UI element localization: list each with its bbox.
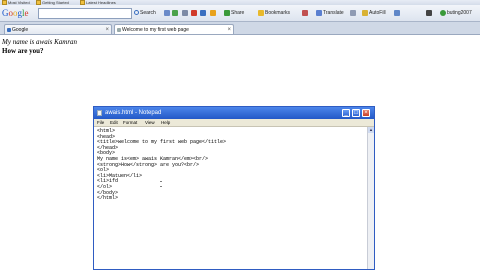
search-button-label: Search xyxy=(140,10,156,16)
toolbar-user[interactable]: buting2007 xyxy=(440,9,472,17)
toolbar-search-button[interactable]: Search xyxy=(134,9,156,17)
gmail-icon[interactable] xyxy=(191,10,197,16)
notepad-icon xyxy=(97,110,102,116)
toolbar-item-label: Bookmarks xyxy=(265,10,291,16)
google-logo: Google xyxy=(2,8,29,18)
tab-label: Google xyxy=(12,27,29,33)
toolbar-bookmarks[interactable]: Bookmarks xyxy=(258,9,290,17)
close-tab-icon[interactable]: × xyxy=(227,25,231,34)
translate-globe-icon[interactable] xyxy=(172,10,178,16)
google-toolbar: Google Search Share Bookmarks Translate … xyxy=(0,5,480,22)
notepad-window: awais.html - Notepad _ □ × File Edit For… xyxy=(93,106,375,270)
pagerank-icon[interactable] xyxy=(182,10,188,16)
close-button[interactable]: × xyxy=(362,109,370,117)
options-icon[interactable] xyxy=(394,10,400,16)
scroll-up-icon[interactable]: ▲ xyxy=(368,127,374,133)
notepad-menubar: File Edit Format View Help xyxy=(94,119,374,127)
toolbar-item-label: Translate xyxy=(323,10,344,16)
send-icon[interactable] xyxy=(350,10,356,16)
notepad-title: awais.html - Notepad xyxy=(105,110,162,116)
menu-help[interactable]: Help xyxy=(161,119,170,126)
tab-strip: Google × Welcome to my first web page × xyxy=(0,22,480,35)
spellcheck-icon[interactable] xyxy=(302,10,308,16)
star-icon[interactable] xyxy=(210,10,216,16)
notepad-text-area[interactable]: <html> <head> <title>welcome to my first… xyxy=(94,127,366,269)
toolbar-item-label: Share xyxy=(231,10,245,16)
toolbar-item-label: buting2007 xyxy=(447,10,472,16)
page-favicon-icon xyxy=(117,28,121,32)
toolbar-item-label: AutoFill xyxy=(369,10,386,16)
notepad-titlebar[interactable]: awais.html - Notepad _ □ × xyxy=(94,107,374,119)
toolbar-translate[interactable]: Translate xyxy=(316,9,344,17)
toolbar-search-input[interactable] xyxy=(38,8,132,19)
page-text-line-2: How are you? xyxy=(2,47,44,55)
search-icon xyxy=(134,10,139,16)
toolbar-share[interactable]: Share xyxy=(224,9,244,17)
menu-view[interactable]: View xyxy=(145,119,155,126)
maximize-button[interactable]: □ xyxy=(352,109,360,117)
translate-icon xyxy=(316,9,322,16)
menu-format[interactable]: Format xyxy=(123,119,137,126)
menu-file[interactable]: File xyxy=(97,119,104,126)
close-tab-icon[interactable]: × xyxy=(105,25,109,34)
user-icon xyxy=(440,9,446,16)
wrench-icon[interactable] xyxy=(426,10,432,16)
autofill-icon xyxy=(362,9,368,16)
maps-icon[interactable] xyxy=(200,10,206,16)
minimize-button[interactable]: _ xyxy=(342,109,350,117)
tab-label: Welcome to my first web page xyxy=(122,27,189,33)
text-cursor-icon xyxy=(160,181,162,187)
vertical-scrollbar[interactable]: ▲ xyxy=(367,127,374,269)
bookmarks-icon xyxy=(258,9,264,16)
tab-welcome[interactable]: Welcome to my first web page × xyxy=(114,24,234,34)
news-icon[interactable] xyxy=(164,10,170,16)
code-line: <strong>How</strong> are you?<br/> xyxy=(97,161,200,168)
menu-edit[interactable]: Edit xyxy=(110,119,118,126)
code-line: </html> xyxy=(97,195,119,202)
page-text-line-1: My name is awais Kamran xyxy=(2,38,78,46)
tab-google[interactable]: Google × xyxy=(4,24,112,34)
toolbar-autofill[interactable]: AutoFill xyxy=(362,9,386,17)
share-icon xyxy=(224,9,230,16)
google-favicon-icon xyxy=(7,28,11,32)
